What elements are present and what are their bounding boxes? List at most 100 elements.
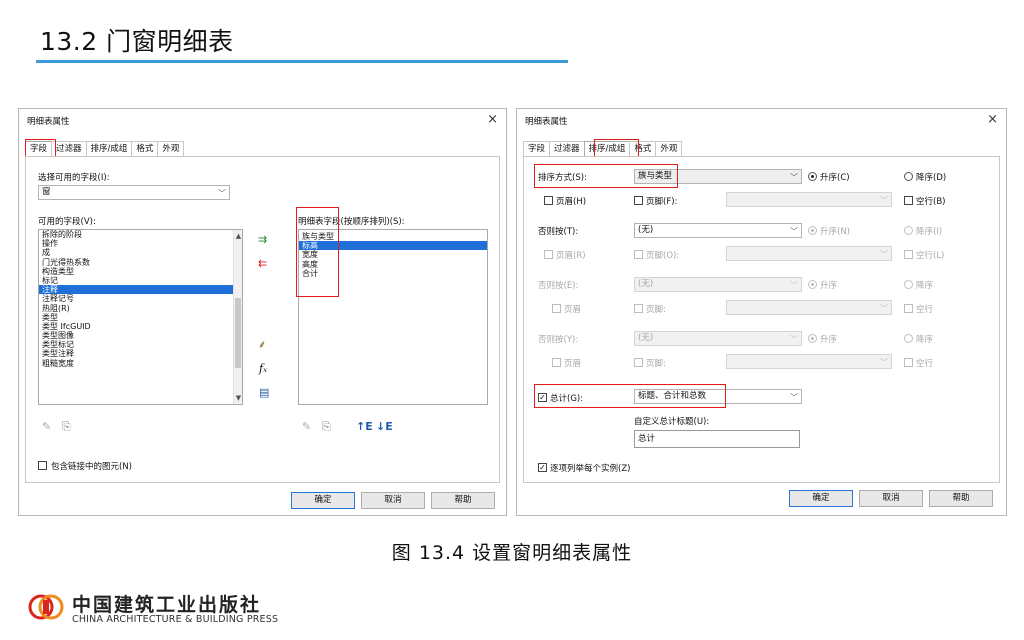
list-item[interactable]: 类型 IfcGUID [39, 322, 242, 331]
descending-radio[interactable] [904, 226, 913, 235]
list-item[interactable]: 成 [39, 248, 242, 257]
list-item[interactable]: 族与类型 [299, 232, 487, 241]
list-item[interactable]: 门光得热系数 [39, 258, 242, 267]
scroll-up-icon[interactable]: ▲ [234, 232, 242, 240]
scrollbar[interactable]: ▲ ▼ [233, 230, 242, 404]
ok-button[interactable]: 确定 [291, 492, 355, 509]
tab-sorting-grouping[interactable]: 排序/成组 [583, 141, 631, 156]
include-linked-checkbox[interactable] [38, 461, 47, 470]
footer-checkbox[interactable] [634, 196, 643, 205]
list-item[interactable]: 类型注释 [39, 349, 242, 358]
list-item[interactable]: 拆除的阶段 [39, 230, 242, 239]
list-item[interactable]: 标高 [299, 241, 487, 251]
tab-sorting-grouping[interactable]: 排序/成组 [85, 141, 133, 156]
tab-fields[interactable]: 字段 [25, 141, 53, 156]
delete-field-icon[interactable]: ⎘ [322, 421, 331, 433]
list-item[interactable]: 类型 [39, 313, 242, 322]
move-down-icon[interactable]: ↓E [376, 421, 393, 433]
add-parameter-icon[interactable]: ⸙ [258, 339, 266, 351]
itemize-checkbox[interactable]: ✓ [538, 463, 547, 472]
cancel-button[interactable]: 取消 [859, 490, 923, 507]
custom-title-input[interactable]: 总计 [634, 430, 800, 448]
footer-checkbox[interactable] [634, 358, 643, 367]
scroll-thumb[interactable] [235, 298, 241, 368]
tab-formatting[interactable]: 格式 [629, 141, 657, 156]
blank-line-checkbox[interactable] [904, 250, 913, 259]
tab-filter[interactable]: 过滤器 [549, 141, 585, 156]
ascending-radio[interactable] [808, 226, 817, 235]
available-fields-list[interactable]: 拆除的阶段 操作成门光得热系数 构造类型 标记 注释 注释记号 热阻(R) 类型 类型 IfcG… [38, 229, 243, 405]
ascending-radio[interactable] [808, 280, 817, 289]
tab-formatting[interactable]: 格式 [131, 141, 159, 156]
publisher-name-cn: 中国建筑工业出版社 [72, 594, 262, 616]
tab-fields[interactable]: 字段 [523, 141, 551, 156]
header-checkbox[interactable] [552, 358, 561, 367]
list-item[interactable]: 粗糙宽度 [39, 359, 242, 368]
move-up-icon[interactable]: ↑E [356, 421, 373, 433]
chevron-down-icon: ﹀ [880, 304, 888, 313]
ascending-radio[interactable] [808, 172, 817, 181]
grand-total-select[interactable]: 标题、合计和总数 ﹀ [634, 389, 802, 404]
blank-line-checkbox[interactable] [904, 358, 913, 367]
add-field-icon[interactable]: ⇉ [258, 234, 267, 246]
chevron-down-icon: ﹀ [790, 393, 798, 402]
delete-field-icon[interactable]: ⎘ [62, 421, 71, 433]
tab-filter[interactable]: 过滤器 [51, 141, 87, 156]
category-select[interactable]: 窗 ﹀ [38, 185, 230, 200]
then-by-select[interactable]: (无) ﹀ [634, 277, 802, 292]
footer-select[interactable]: ﹀ [726, 246, 892, 261]
footer-select[interactable]: ﹀ [726, 300, 892, 315]
list-item[interactable]: 标记 [39, 276, 242, 285]
help-button[interactable]: 帮助 [929, 490, 993, 507]
cancel-button[interactable]: 取消 [361, 492, 425, 509]
header-label: 页眉 [564, 359, 582, 369]
list-item[interactable]: 类型图像 [39, 331, 242, 340]
then-by-select[interactable]: (无) ﹀ [634, 223, 802, 238]
list-item[interactable]: 热阻(R) [39, 304, 242, 313]
chevron-down-icon: ﹀ [880, 250, 888, 259]
scheduled-fields-label: 明细表字段(按顺序排列)(S): [298, 217, 405, 227]
sort-by-select[interactable]: 族与类型 ﹀ [634, 169, 802, 184]
select-available-label: 选择可用的字段(I): [38, 173, 110, 183]
grand-total-value: 标题、合计和总数 [638, 391, 707, 401]
list-item[interactable]: 操作 [39, 239, 242, 248]
list-item[interactable]: 宽度 [299, 250, 487, 259]
then-by-label: 否则按(Y): [538, 335, 579, 345]
edit-field-icon[interactable]: ✎ [42, 421, 51, 433]
ascending-radio[interactable] [808, 334, 817, 343]
list-item[interactable]: 合计 [299, 269, 487, 278]
blank-line-label: 空行(L) [916, 251, 945, 261]
ok-button[interactable]: 确定 [789, 490, 853, 507]
close-icon[interactable]: × [987, 112, 998, 127]
list-item[interactable]: 注释记号 [39, 294, 242, 303]
then-by-select[interactable]: (无) ﹀ [634, 331, 802, 346]
footer-label: 页脚(O): [646, 251, 680, 261]
header-checkbox[interactable] [544, 196, 553, 205]
footer-select[interactable]: ﹀ [726, 192, 892, 207]
remove-field-icon[interactable]: ⇇ [258, 258, 267, 270]
tab-appearance[interactable]: 外观 [157, 141, 185, 156]
blank-line-checkbox[interactable] [904, 196, 913, 205]
footer-checkbox[interactable] [634, 250, 643, 259]
list-item[interactable]: 高度 [299, 260, 487, 269]
grand-total-checkbox[interactable]: ✓ [538, 393, 547, 402]
scroll-down-icon[interactable]: ▼ [234, 394, 242, 402]
header-checkbox[interactable] [552, 304, 561, 313]
footer-select[interactable]: ﹀ [726, 354, 892, 369]
tab-appearance[interactable]: 外观 [655, 141, 683, 156]
header-checkbox[interactable] [544, 250, 553, 259]
close-icon[interactable]: × [487, 112, 498, 127]
list-item[interactable]: 构造类型 [39, 267, 242, 276]
blank-line-checkbox[interactable] [904, 304, 913, 313]
edit-field-icon[interactable]: ✎ [302, 421, 311, 433]
descending-radio[interactable] [904, 334, 913, 343]
calculated-value-icon[interactable]: fₓ [259, 363, 267, 375]
combine-parameters-icon[interactable]: ▤ [259, 387, 269, 399]
descending-radio[interactable] [904, 280, 913, 289]
then-by-label: 否则按(E): [538, 281, 579, 291]
help-button[interactable]: 帮助 [431, 492, 495, 509]
footer-checkbox[interactable] [634, 304, 643, 313]
list-item[interactable]: 注释 [39, 285, 242, 295]
scheduled-fields-list[interactable]: 族与类型 标高 宽度 高度 合计 [298, 229, 488, 405]
descending-radio[interactable] [904, 172, 913, 181]
